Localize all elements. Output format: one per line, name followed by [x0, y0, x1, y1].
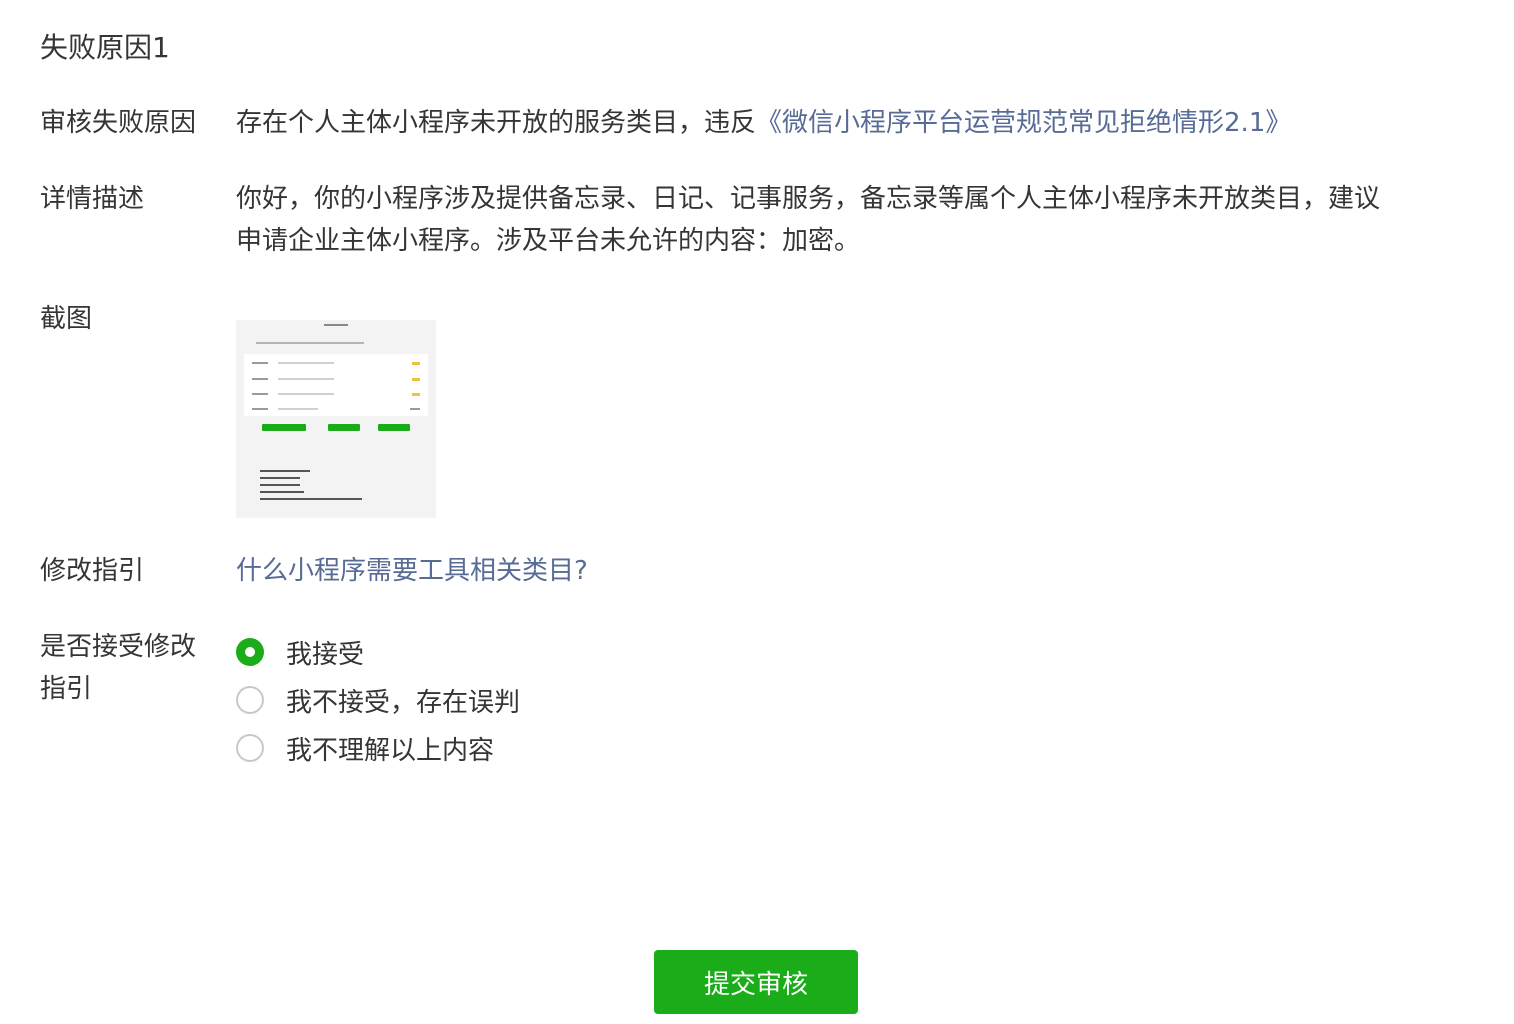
detail-value: 你好，你的小程序涉及提供备忘录、日记、记事服务，备忘录等属个人主体小程序未开放类…	[236, 178, 1476, 262]
radio-option-label: 我不接受，存在误判	[286, 687, 521, 718]
radio-option-accept[interactable]: 我接受	[236, 635, 365, 670]
submit-review-button[interactable]: 提交审核	[654, 950, 858, 1014]
detail-label: 详情描述	[40, 184, 145, 214]
guide-value: 什么小程序需要工具相关类目?	[236, 550, 1476, 592]
guide-label: 修改指引	[40, 556, 145, 586]
screenshot-thumbnail-image	[236, 320, 436, 518]
accept-label-line-2: 指引	[40, 674, 93, 704]
radio-unchecked-icon[interactable]	[236, 734, 264, 762]
radio-option-reject[interactable]: 我不接受，存在误判	[236, 683, 521, 718]
reason-value: 存在个人主体小程序未开放的服务类目，违反《微信小程序平台运营规范常见拒绝情形2.…	[236, 102, 1476, 144]
reason-text: 存在个人主体小程序未开放的服务类目，违反	[236, 108, 757, 138]
rules-link[interactable]: 《微信小程序平台运营规范常见拒绝情形2.1》	[756, 108, 1291, 138]
accept-label-line-1: 是否接受修改	[40, 632, 197, 662]
screenshot-thumbnail[interactable]	[236, 320, 436, 518]
guide-link[interactable]: 什么小程序需要工具相关类目?	[236, 556, 588, 586]
radio-checked-icon[interactable]	[236, 638, 264, 666]
screenshot-label: 截图	[40, 304, 93, 334]
section-title: 失败原因1	[40, 31, 170, 64]
radio-option-label: 我不理解以上内容	[286, 735, 495, 766]
accept-label: 是否接受修改 指引	[40, 626, 220, 710]
reason-label: 审核失败原因	[40, 108, 197, 138]
radio-unchecked-icon[interactable]	[236, 686, 264, 714]
detail-line-2: 申请企业主体小程序。涉及平台未允许的内容：加密。	[236, 226, 861, 256]
radio-option-not-understand[interactable]: 我不理解以上内容	[236, 731, 495, 766]
detail-line-1: 你好，你的小程序涉及提供备忘录、日记、记事服务，备忘录等属个人主体小程序未开放类…	[236, 184, 1381, 214]
radio-option-label: 我接受	[286, 639, 365, 670]
